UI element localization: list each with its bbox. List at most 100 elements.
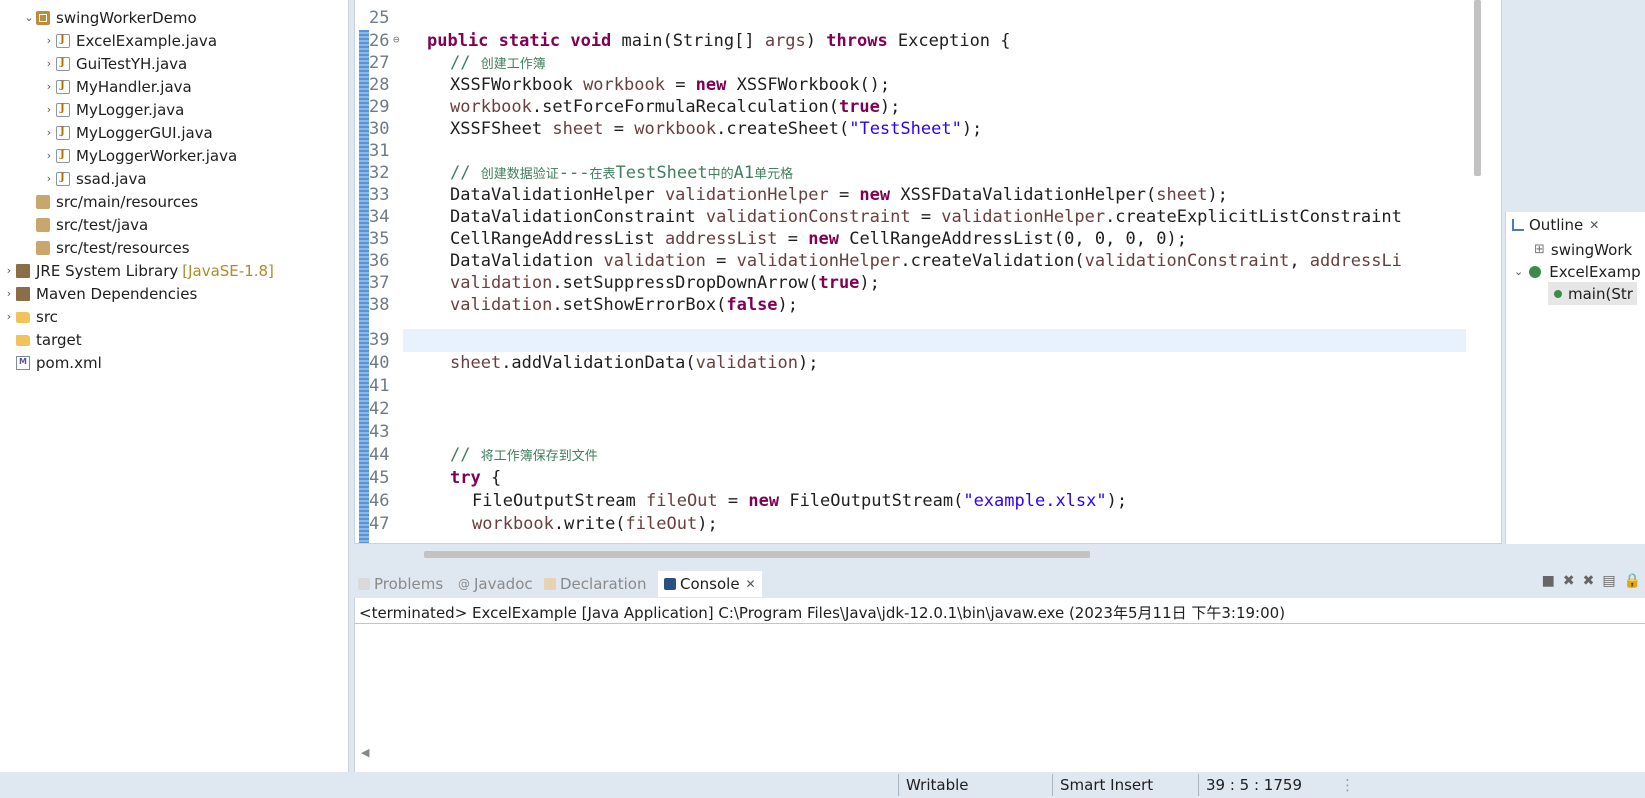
tree-item-file[interactable]: pom.xml: [0, 351, 348, 374]
fold-collapse-icon[interactable]: ⊖: [393, 28, 400, 51]
tree-item-library[interactable]: › JRE System Library [JavaSE-1.8]: [0, 259, 348, 282]
remove-all-launches-icon[interactable]: ✖: [1583, 573, 1595, 589]
line-number: 25: [369, 8, 390, 28]
code-token: new: [808, 229, 839, 249]
tree-item-folder[interactable]: target: [0, 328, 348, 351]
code-comment: ---: [558, 163, 590, 183]
tree-item-label: ssad.java: [76, 169, 147, 188]
code-line: 45 try {: [355, 467, 1501, 490]
tree-item-file[interactable]: › MyLogger.java: [0, 98, 348, 121]
code-line: 28 XSSFWorkbook workbook = new XSSFWorkbo…: [355, 74, 1501, 97]
code-token: );: [1207, 185, 1228, 205]
code-token: validation: [603, 251, 706, 271]
code-token: {: [480, 468, 502, 488]
code-line: 41: [355, 375, 1501, 398]
java-file-icon: [56, 56, 70, 71]
chevron-right-icon[interactable]: ›: [2, 287, 16, 300]
tab-label: Console: [680, 575, 740, 593]
outline-item[interactable]: ⌄ ExcelExamp: [1514, 260, 1641, 283]
tree-item-folder[interactable]: src/test/resources: [0, 236, 348, 259]
chevron-right-icon[interactable]: ›: [42, 172, 56, 185]
chevron-right-icon[interactable]: ›: [42, 103, 56, 116]
code-comment: 在表: [589, 167, 616, 182]
eclipse-window: ⌄ swingWorkerDemo › ExcelExample.java › …: [0, 0, 1645, 798]
outline-view: Outline ✕ ⊞ swingWork ⌄ ExcelExamp main(…: [1505, 212, 1645, 544]
tab-label: Javadoc: [474, 575, 533, 593]
scroll-left-icon[interactable]: ◀: [361, 746, 369, 759]
line-number: 29: [369, 97, 390, 117]
outline-item[interactable]: ⊞ swingWork: [1534, 238, 1632, 261]
tree-item-file[interactable]: › ssad.java: [0, 167, 348, 190]
tree-item-file[interactable]: › MyLoggerWorker.java: [0, 144, 348, 167]
code-token: try: [450, 468, 481, 488]
code-token: FileOutputStream: [472, 491, 646, 511]
tree-item-folder[interactable]: src/test/java: [0, 213, 348, 236]
clear-console-icon[interactable]: ▤: [1602, 573, 1615, 589]
code-line: 35 CellRangeAddressList addressList = new…: [355, 228, 1501, 251]
tab-outline[interactable]: Outline ✕: [1506, 212, 1606, 238]
code-token: sheet: [552, 119, 604, 139]
line-number: 27: [369, 53, 390, 73]
project-icon: [36, 10, 50, 25]
code-comment: 将工作簿保存到文件: [480, 449, 598, 464]
code-comment: //: [450, 53, 481, 73]
tab-label: Problems: [374, 575, 444, 593]
tree-item-folder[interactable]: › src: [0, 305, 348, 328]
vertical-scrollbar[interactable]: [1474, 0, 1481, 176]
remove-launch-icon[interactable]: ✖: [1563, 573, 1575, 589]
chevron-right-icon[interactable]: ›: [42, 34, 56, 47]
code-token: validation: [450, 273, 553, 293]
horizontal-scrollbar[interactable]: [424, 551, 1090, 558]
terminate-icon[interactable]: ■: [1542, 573, 1555, 589]
console-toolbar: ■ ✖ ✖ ▤ 🔒: [1542, 573, 1641, 589]
code-token: args: [764, 31, 806, 51]
drag-handle-icon[interactable]: ⋮: [1340, 776, 1355, 794]
chevron-right-icon[interactable]: ›: [42, 149, 56, 162]
code-token: new: [695, 75, 727, 95]
chevron-right-icon[interactable]: ›: [42, 80, 56, 93]
tab-label: Declaration: [560, 575, 647, 593]
code-token: );: [777, 295, 799, 315]
tree-item-file[interactable]: › MyHandler.java: [0, 75, 348, 98]
java-file-icon: [56, 171, 70, 186]
chevron-down-icon[interactable]: ⌄: [1514, 265, 1523, 278]
console-status-line: <terminated> ExcelExample [Java Applicat…: [359, 604, 1286, 622]
tab-outline-label: Outline: [1529, 216, 1584, 234]
tab-problems[interactable]: Problems: [358, 571, 443, 597]
close-icon[interactable]: ✕: [1589, 218, 1599, 232]
code-editor[interactable]: 25 26 ⊖ public static void main(String[] a…: [354, 0, 1502, 544]
scroll-lock-icon[interactable]: 🔒: [1624, 573, 1641, 589]
tree-item-file[interactable]: › GuiTestYH.java: [0, 52, 348, 75]
tab-console[interactable]: Console ✕: [658, 571, 762, 597]
chevron-right-icon[interactable]: ›: [42, 57, 56, 70]
status-bar: Writable Smart Insert 39 : 5 : 1759 ⋮: [0, 772, 1645, 798]
code-token: void: [570, 31, 612, 51]
tab-declaration[interactable]: Declaration: [544, 571, 646, 597]
tree-item-label: swingWorkerDemo: [56, 8, 197, 27]
code-token: true: [818, 273, 860, 293]
tree-item-folder[interactable]: src/main/resources: [0, 190, 348, 213]
close-icon[interactable]: ✕: [746, 577, 756, 591]
code-line: 36 DataValidation validation = validation…: [355, 250, 1501, 273]
import-icon: ⊞: [1534, 242, 1545, 257]
tree-item-file[interactable]: › ExcelExample.java: [0, 29, 348, 52]
line-number: 38: [369, 295, 390, 315]
code-token: ,: [1289, 251, 1310, 271]
tab-javadoc[interactable]: @ Javadoc: [458, 571, 533, 597]
code-token: fileOut: [625, 514, 698, 534]
outline-item-selected[interactable]: main(Str: [1548, 282, 1637, 305]
chevron-down-icon[interactable]: ⌄: [22, 11, 36, 24]
tree-item-label: GuiTestYH.java: [76, 54, 188, 73]
tree-item-library[interactable]: › Maven Dependencies: [0, 282, 348, 305]
code-token: CellRangeAddressList: [450, 229, 665, 249]
chevron-right-icon[interactable]: ›: [2, 310, 16, 323]
tree-item-project[interactable]: ⌄ swingWorkerDemo: [0, 6, 348, 29]
console-output[interactable]: <terminated> ExcelExample [Java Applicat…: [354, 598, 1645, 772]
line-number: 28: [369, 75, 390, 95]
tree-item-label: MyLogger.java: [76, 100, 185, 119]
chevron-right-icon[interactable]: ›: [2, 264, 16, 277]
code-token: throws: [826, 31, 888, 51]
chevron-right-icon[interactable]: ›: [42, 126, 56, 139]
line-number: 41: [369, 376, 390, 396]
tree-item-file[interactable]: › MyLoggerGUI.java: [0, 121, 348, 144]
